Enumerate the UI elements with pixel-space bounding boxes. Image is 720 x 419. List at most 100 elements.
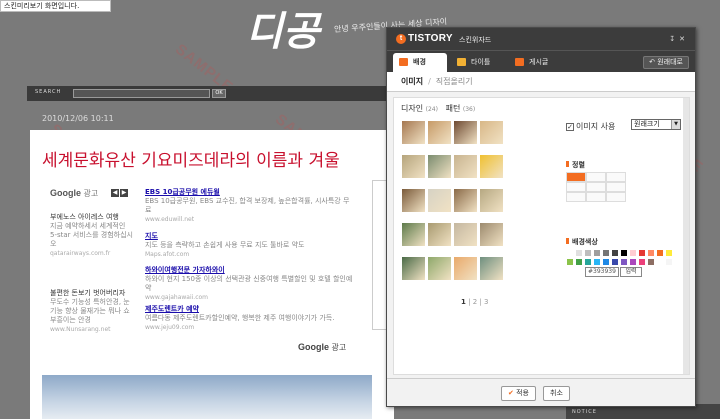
background-thumbnail[interactable] — [479, 154, 504, 179]
right-ad[interactable]: 제주도렌트카 예약 여름다동 제주도렌트카할인예약, 행복한 제주 여행이야기가… — [145, 305, 355, 332]
search-label: SEARCH — [35, 89, 62, 95]
background-thumbnail[interactable] — [401, 256, 426, 281]
align-cell[interactable] — [606, 172, 626, 182]
tab-title[interactable]: 타이틀 — [451, 53, 507, 73]
background-thumbnail[interactable] — [401, 222, 426, 247]
color-swatch[interactable] — [620, 258, 628, 266]
cancel-button[interactable]: 취소 — [543, 386, 570, 401]
color-swatch[interactable] — [629, 258, 637, 266]
color-swatch[interactable] — [620, 249, 628, 257]
use-image-checkbox[interactable]: ✓ — [566, 122, 574, 131]
color-swatch[interactable] — [566, 258, 574, 266]
page-link[interactable]: 3 — [484, 298, 488, 306]
tab-post[interactable]: 게시글 — [509, 53, 569, 73]
category-count: (36) — [462, 106, 476, 113]
align-cell[interactable] — [606, 182, 626, 192]
ad-title[interactable]: 부에노스 아이레스 여행 — [50, 213, 134, 222]
color-swatch[interactable] — [665, 249, 673, 257]
left-ad[interactable]: 부에노스 아이레스 여행 지금 예약하세서 세계적인 5-star 서비스를 경… — [50, 213, 134, 258]
image-size-select[interactable]: 원래크기 ▼ — [631, 119, 681, 130]
pane-scrollbar[interactable] — [683, 98, 689, 374]
background-thumbnail[interactable] — [401, 120, 426, 145]
page-link[interactable]: 1 — [461, 298, 466, 306]
restore-default-button[interactable]: ↶ 원래대로 — [643, 56, 689, 69]
ad-title[interactable]: 불편한 돈보기 벗어버리자 — [50, 289, 134, 298]
category-design[interactable]: 디자인 — [401, 104, 423, 113]
background-thumbnail[interactable] — [427, 120, 452, 145]
color-swatch[interactable] — [575, 249, 583, 257]
apply-button[interactable]: ✔ 적용 — [501, 386, 536, 401]
background-thumbnail[interactable] — [453, 188, 478, 213]
color-swatch[interactable] — [647, 258, 655, 266]
close-icon[interactable]: ✕ — [679, 35, 689, 43]
color-swatch[interactable] — [638, 249, 646, 257]
background-thumbnail[interactable] — [401, 154, 426, 179]
ad-title[interactable]: 지도 — [145, 232, 355, 241]
background-thumbnail[interactable] — [401, 188, 426, 213]
align-cell[interactable] — [566, 192, 586, 202]
background-thumbnail[interactable] — [479, 188, 504, 213]
background-thumbnail[interactable] — [453, 120, 478, 145]
align-cell[interactable] — [586, 192, 606, 202]
page-link[interactable]: 2 — [473, 298, 477, 306]
color-swatch[interactable] — [602, 249, 610, 257]
align-cell[interactable] — [586, 172, 606, 182]
right-ad[interactable]: 하와이여행전문 가자하와이 하와이 현지 150종 이상의 선택관광 신중여행 … — [145, 266, 355, 302]
ad-url: www.gajahawaii.com — [145, 294, 209, 301]
category-pattern[interactable]: 패턴 — [446, 104, 461, 113]
post-title[interactable]: 세계문화유산 기요미즈데라의 이름과 겨울 — [42, 146, 340, 171]
background-thumbnail[interactable] — [427, 222, 452, 247]
align-cell[interactable] — [586, 182, 606, 192]
hex-color-input[interactable]: #393939 — [585, 267, 619, 277]
background-thumbnail[interactable] — [453, 256, 478, 281]
color-swatch[interactable] — [584, 258, 592, 266]
color-swatch[interactable] — [656, 258, 664, 266]
ad-title[interactable]: EBS 10급공무원 에듀윌 — [145, 188, 355, 197]
chevron-left-icon[interactable]: ◀ — [111, 189, 119, 197]
color-swatch[interactable] — [611, 258, 619, 266]
right-ad[interactable]: 지도 지도 등을 측략하고 손쉽게 사용 무료 지도 툴바로 약도 Maps.a… — [145, 232, 355, 259]
background-thumbnail[interactable] — [479, 120, 504, 145]
align-cell[interactable] — [606, 192, 626, 202]
color-swatch[interactable] — [566, 249, 574, 257]
tab-background[interactable]: 배경 — [393, 53, 447, 73]
background-thumbnail[interactable] — [479, 256, 504, 281]
background-thumbnail[interactable] — [427, 154, 452, 179]
ad-title[interactable]: 제주도렌트카 예약 — [145, 305, 355, 314]
background-thumbnail[interactable] — [479, 222, 504, 247]
use-image-option[interactable]: ✓ 이미지 사용 — [566, 121, 615, 132]
color-swatch[interactable] — [584, 249, 592, 257]
color-swatch[interactable] — [611, 249, 619, 257]
color-swatch[interactable] — [593, 258, 601, 266]
ad-title[interactable]: 하와이여행전문 가자하와이 — [145, 266, 355, 275]
search-button[interactable]: OK — [212, 89, 226, 98]
subtab-image[interactable]: 이미지 — [401, 77, 423, 86]
color-swatch[interactable] — [647, 249, 655, 257]
wizard-header[interactable]: t TISTORY 스킨위자드 ↧✕ — [387, 28, 695, 50]
search-input[interactable] — [73, 89, 210, 98]
align-cell[interactable] — [566, 182, 586, 192]
subtab-upload[interactable]: 직접올리기 — [436, 77, 473, 86]
color-swatch[interactable] — [593, 249, 601, 257]
background-thumbnail[interactable] — [453, 154, 478, 179]
left-ad[interactable]: 불편한 돈보기 벗어버리자 무도수 기능성 특허안경, 눈기능 향상 물재가는 … — [50, 289, 134, 334]
color-swatch[interactable] — [665, 258, 673, 266]
background-thumbnail[interactable] — [427, 256, 452, 281]
color-swatch[interactable] — [656, 249, 664, 257]
background-thumbnail[interactable] — [453, 222, 478, 247]
ad-pager[interactable]: ◀ ▶ — [111, 187, 129, 197]
background-thumbnail[interactable] — [427, 188, 452, 213]
ad-desc: 여름다동 제주도렌트카할인예약, 행복한 제주 여행이야기가 가득. — [145, 314, 335, 322]
blog-logo[interactable]: 디공 — [246, 10, 320, 54]
align-cell[interactable] — [566, 172, 586, 182]
color-swatch[interactable] — [575, 258, 583, 266]
use-image-label: 이미지 사용 — [576, 122, 616, 131]
color-swatch[interactable] — [629, 249, 637, 257]
hex-apply-button[interactable]: 입력 — [620, 267, 642, 277]
chevron-right-icon[interactable]: ▶ — [120, 189, 128, 197]
color-swatch[interactable] — [638, 258, 646, 266]
minimize-icon[interactable]: ↧ — [669, 35, 679, 43]
color-swatch[interactable] — [602, 258, 610, 266]
right-ad[interactable]: EBS 10급공무원 에듀윌 EBS 10급공무원, EBS 교수진, 합격 보… — [145, 188, 355, 224]
wizard-brand: TISTORY — [408, 33, 453, 44]
